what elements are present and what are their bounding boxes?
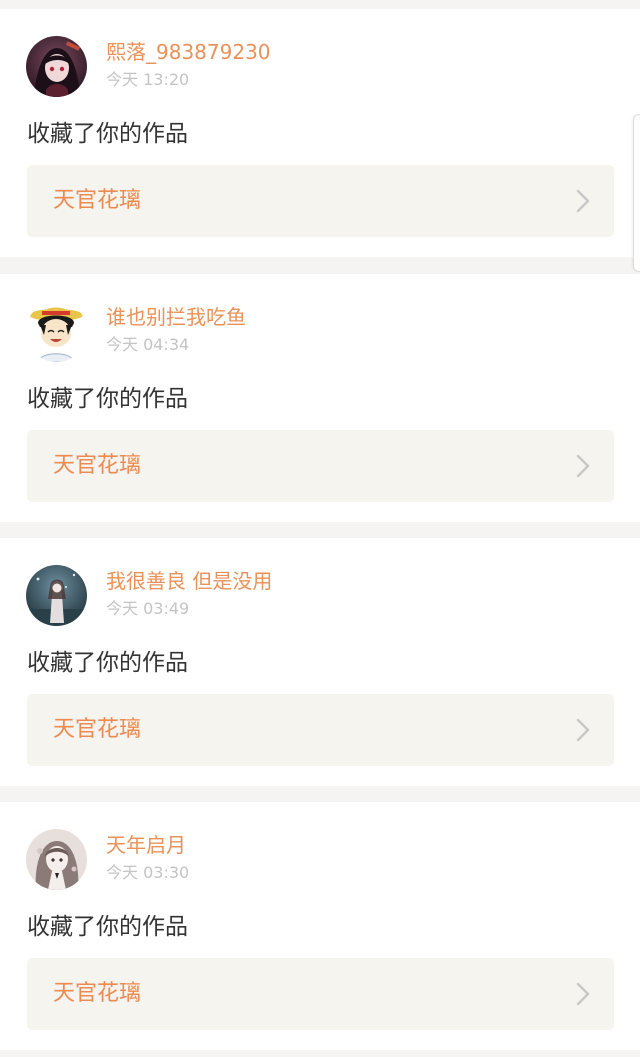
action-text: 收藏了你的作品 bbox=[27, 121, 188, 147]
notification-card: 我很善良 但是没用 今天 03:49 收藏了你的作品 天官花璃 bbox=[0, 538, 640, 786]
work-title: 天官花璃 bbox=[53, 453, 142, 478]
username[interactable]: 熙落_983879230 bbox=[106, 38, 271, 66]
timestamp: 今天 03:30 bbox=[106, 863, 190, 882]
timestamp: 今天 03:49 bbox=[106, 599, 190, 618]
timestamp: 今天 13:20 bbox=[106, 70, 190, 89]
action-text: 收藏了你的作品 bbox=[27, 650, 188, 676]
sketch-girl-avatar-icon[interactable] bbox=[26, 829, 87, 890]
notification-card: 谁也别拦我吃鱼 今天 04:34 收藏了你的作品 天官花璃 bbox=[0, 274, 640, 522]
scrollbar-handle[interactable] bbox=[633, 114, 640, 272]
work-title: 天官花璃 bbox=[53, 981, 142, 1006]
notification-card: 熙落_983879230 今天 13:20 收藏了你的作品 天官花璃 bbox=[0, 9, 640, 257]
chevron-right-icon bbox=[576, 718, 590, 742]
girl-night-scene-avatar-icon[interactable] bbox=[26, 565, 87, 626]
chevron-right-icon bbox=[576, 454, 590, 478]
chevron-right-icon bbox=[576, 189, 590, 213]
work-title: 天官花璃 bbox=[53, 717, 142, 742]
straw-hat-boy-avatar-icon[interactable] bbox=[26, 301, 87, 362]
work-link-card[interactable]: 天官花璃 bbox=[27, 958, 614, 1030]
action-text: 收藏了你的作品 bbox=[27, 914, 188, 940]
timestamp: 今天 04:34 bbox=[106, 335, 190, 354]
work-title: 天官花璃 bbox=[53, 188, 142, 213]
username[interactable]: 天年启月 bbox=[106, 831, 186, 859]
work-link-card[interactable]: 天官花璃 bbox=[27, 430, 614, 502]
work-link-card[interactable]: 天官花璃 bbox=[27, 165, 614, 237]
anime-girl-dark-avatar-icon[interactable] bbox=[26, 36, 87, 97]
username[interactable]: 谁也别拦我吃鱼 bbox=[106, 303, 246, 331]
action-text: 收藏了你的作品 bbox=[27, 386, 188, 412]
notification-card: 天年启月 今天 03:30 收藏了你的作品 天官花璃 bbox=[0, 802, 640, 1050]
chevron-right-icon bbox=[576, 982, 590, 1006]
username[interactable]: 我很善良 但是没用 bbox=[106, 567, 272, 595]
work-link-card[interactable]: 天官花璃 bbox=[27, 694, 614, 766]
